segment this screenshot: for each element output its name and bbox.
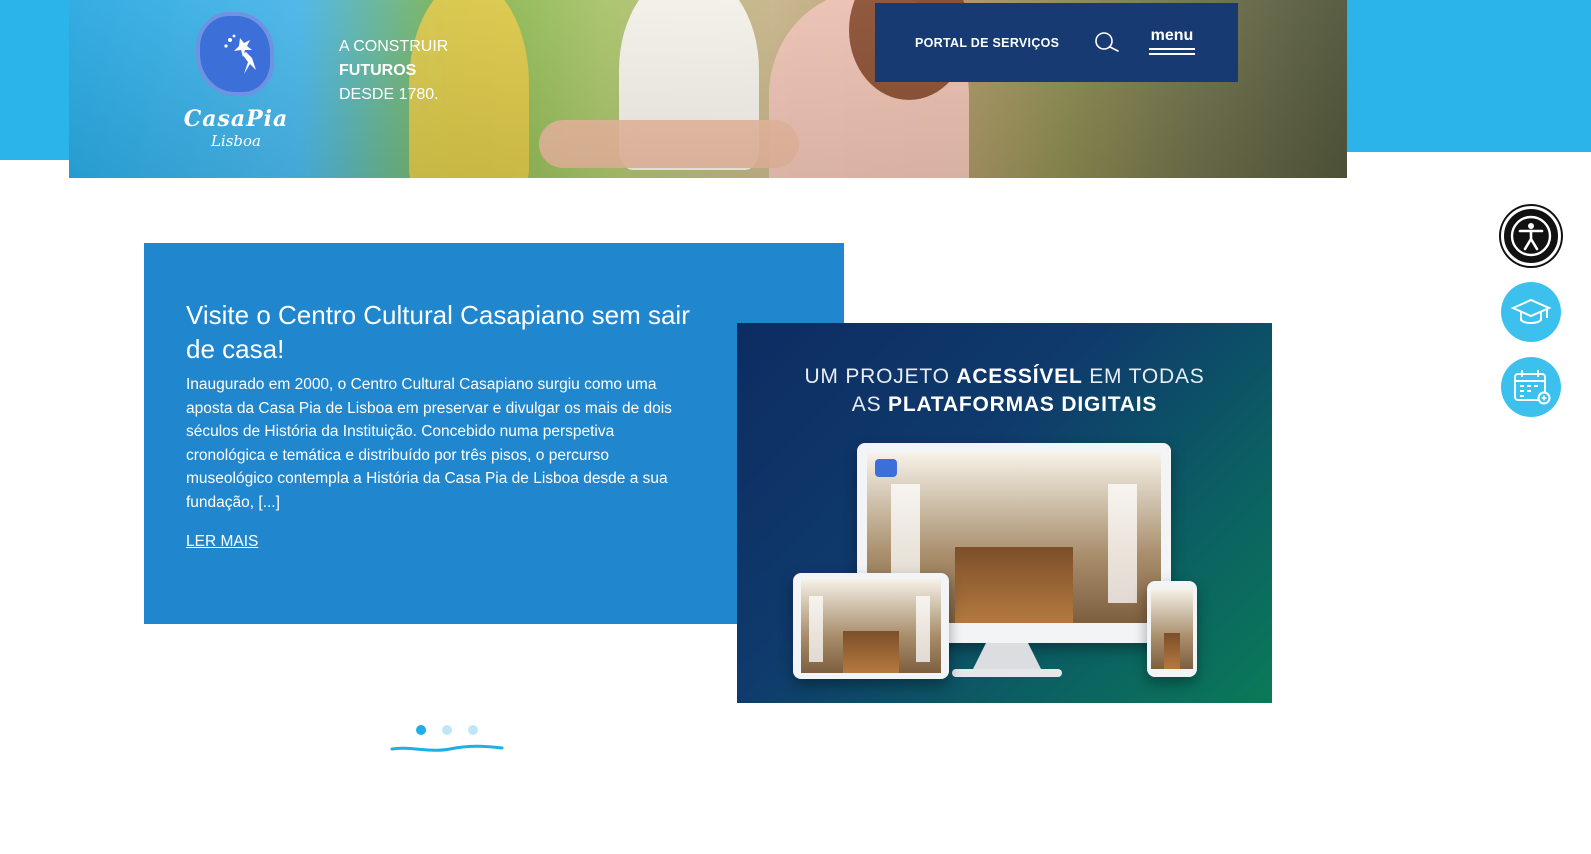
slider-dot-1[interactable]	[416, 725, 426, 735]
accessibility-icon	[1510, 215, 1552, 257]
phone-screen	[1151, 589, 1193, 669]
slider-dot-2[interactable]	[442, 725, 452, 735]
slider-wave-underline	[390, 744, 504, 752]
promo-image[interactable]: UM PROJETO ACESSÍVEL EM TODAS AS PLATAFO…	[737, 323, 1272, 703]
promo-heading: UM PROJETO ACESSÍVEL EM TODAS AS PLATAFO…	[737, 363, 1272, 419]
menu-button[interactable]: menu	[1149, 27, 1195, 55]
read-more-link[interactable]: LER MAIS	[186, 533, 258, 551]
hero-header: CasaPia Lisboa A CONSTRUIR FUTUROS DESDE…	[0, 0, 1591, 192]
menu-bar-2	[1149, 53, 1195, 55]
hero-background-right	[1340, 0, 1591, 152]
search-icon[interactable]	[1093, 30, 1121, 58]
top-nav: PORTAL DE SERVIÇOS menu	[875, 3, 1238, 82]
graduation-cap-icon	[1510, 298, 1552, 324]
promo-heading-line-2: AS PLATAFORMAS DIGITAIS	[851, 393, 1158, 416]
accessibility-button[interactable]	[1501, 206, 1561, 266]
device-tablet	[793, 573, 949, 679]
screen-logo-badge	[875, 459, 897, 477]
logo-city: Lisboa	[210, 132, 262, 150]
calendar-icon	[1514, 370, 1551, 405]
logo-figure-icon	[220, 32, 266, 87]
promo-heading-line-1: UM PROJETO ACESSÍVEL EM TODAS	[804, 365, 1205, 388]
logo-name: CasaPia	[183, 106, 289, 132]
portal-servicos-link[interactable]: PORTAL DE SERVIÇOS	[915, 36, 1059, 50]
device-phone	[1147, 581, 1197, 677]
slider-dots	[416, 725, 496, 737]
monitor-base	[952, 669, 1062, 677]
tagline-line-1: A CONSTRUIR	[339, 38, 449, 55]
hero-torn-edge	[0, 178, 1591, 192]
tagline-line-2: FUTUROS	[339, 62, 417, 79]
education-button[interactable]	[1501, 282, 1561, 342]
feature-body: Inaugurado em 2000, o Centro Cultural Ca…	[186, 376, 672, 511]
tagline: A CONSTRUIR FUTUROS DESDE 1780.	[339, 35, 448, 107]
casa-pia-logo[interactable]: CasaPia Lisboa	[172, 8, 296, 154]
tablet-screen	[801, 579, 941, 673]
page: CasaPia Lisboa A CONSTRUIR FUTUROS DESDE…	[0, 0, 1591, 854]
tagline-line-3: DESDE 1780.	[339, 86, 439, 103]
calendar-button[interactable]	[1501, 357, 1561, 417]
menu-label: menu	[1150, 27, 1194, 44]
monitor-stand	[972, 643, 1042, 671]
slider-dot-3[interactable]	[468, 725, 478, 735]
menu-bar-1	[1149, 48, 1195, 50]
feature-title: Visite o Centro Cultural Casapiano sem s…	[186, 300, 690, 364]
